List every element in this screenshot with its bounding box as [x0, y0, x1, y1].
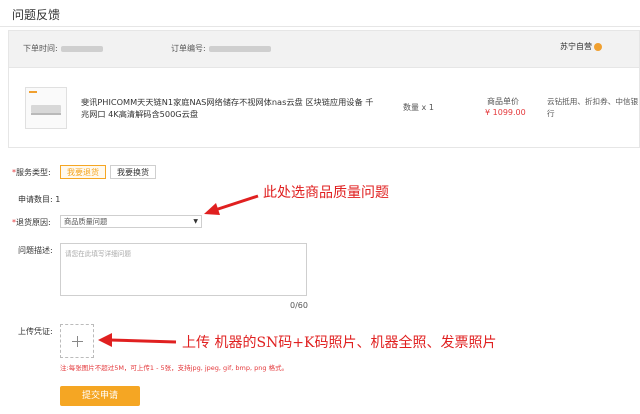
annotation-upload-note: 上传 机器的SN码+K码照片、机器全照、发票照片 — [182, 335, 497, 351]
arrow-to-upload-button — [98, 333, 177, 347]
annotation-reason-note: 此处选商品质量问题 — [263, 185, 389, 201]
arrow-to-reason-select — [204, 194, 259, 215]
